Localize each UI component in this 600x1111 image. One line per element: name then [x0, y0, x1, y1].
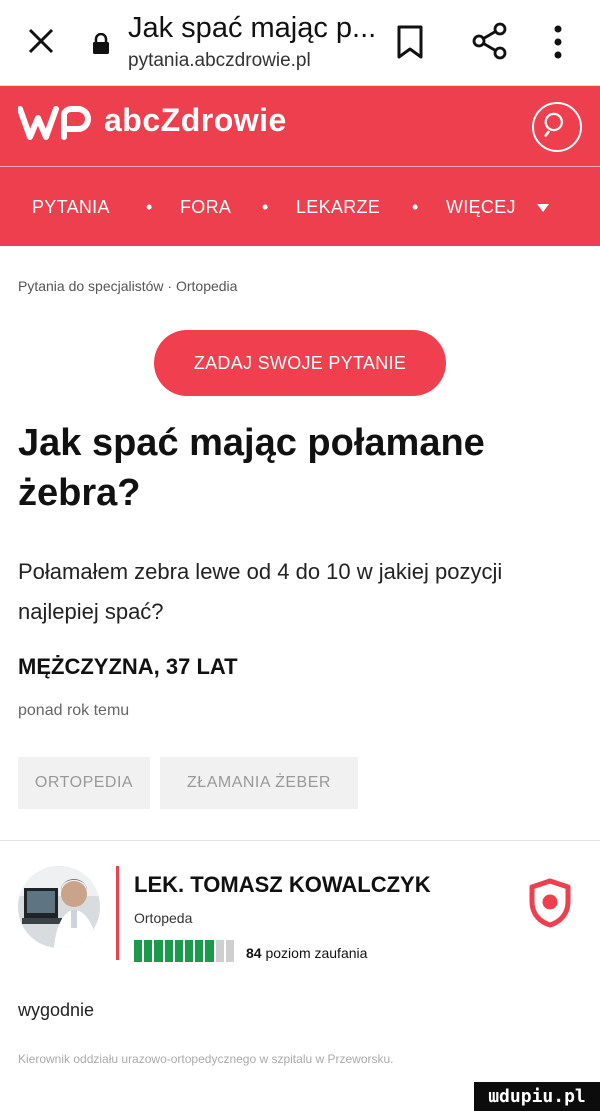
doctor-photo [18, 866, 100, 948]
ask-question-button[interactable]: ZADAJ SWOJE PYTANIE [154, 330, 446, 396]
browser-toolbar: Jak spać mając p... pytania.abczdrowie.p… [0, 0, 600, 86]
nav-item-wiecej[interactable]: WIĘCEJ [446, 197, 516, 218]
tag-zlamania-zeber[interactable]: ZŁAMANIA ŻEBER [160, 757, 358, 809]
trust-segment [154, 940, 163, 962]
trust-segment [134, 940, 143, 962]
doctor-avatar[interactable] [18, 866, 100, 948]
answer-text: wygodnie [18, 1000, 95, 1020]
search-icon [544, 112, 564, 137]
caret-down-icon[interactable] [536, 203, 550, 213]
doctor-name[interactable]: LEK. TOMASZ KOWALCZYK [134, 872, 431, 898]
share-icon[interactable] [472, 22, 508, 60]
trust-level-meter [134, 940, 235, 962]
trust-segment [215, 940, 224, 962]
more-options-icon[interactable] [552, 24, 564, 60]
divider [0, 840, 600, 841]
nav-separator: • [262, 197, 269, 217]
nav-item-fora[interactable]: FORA [180, 197, 231, 218]
main-nav: PYTANIA • FORA • LEKARZE • WIĘCEJ [0, 166, 600, 246]
url-text[interactable]: pytania.abczdrowie.pl [128, 50, 311, 72]
shield-icon [529, 878, 571, 928]
trust-segment [225, 940, 235, 962]
nav-item-lekarze[interactable]: LEKARZE [296, 197, 380, 218]
answer-accent-bar [116, 866, 119, 960]
nav-separator: • [412, 197, 419, 217]
tab-title[interactable]: Jak spać mając p... [128, 12, 376, 45]
bookmark-icon[interactable] [396, 24, 424, 60]
trust-value: 84 [246, 945, 262, 961]
site-logo-text[interactable]: abcZdrowie [104, 102, 287, 139]
nav-item-pytania[interactable]: PYTANIA [32, 197, 110, 218]
trust-segment [144, 940, 153, 962]
close-icon[interactable] [24, 24, 58, 58]
question-title: Jak spać mając połamane żebra? [18, 422, 485, 514]
trust-score: 84 poziom zaufania [246, 945, 367, 961]
trust-segment [174, 940, 184, 962]
question-time: ponad rok temu [18, 702, 130, 719]
trust-label: poziom zaufania [265, 945, 368, 961]
breadcrumb[interactable]: Pytania do specjalistów · Ortopedia [18, 278, 237, 294]
trust-segment [164, 940, 173, 962]
doctor-specialty: Ortopeda [134, 910, 193, 926]
site-header: abcZdrowie [0, 86, 600, 166]
wp-logo-icon[interactable] [18, 106, 96, 140]
trust-segment [195, 940, 204, 962]
tag-ortopedia[interactable]: ORTOPEDIA [18, 757, 150, 809]
question-author: MĘŻCZYZNA, 37 LAT [18, 654, 238, 679]
doctor-bio: Kierownik oddziału urazowo-ortopedyczneg… [18, 1052, 394, 1066]
search-button[interactable] [532, 102, 582, 152]
trust-segment [185, 940, 194, 962]
trust-segment [205, 940, 214, 962]
lock-icon [93, 33, 109, 54]
question-body: Połamałem zebra lewe od 4 do 10 w jakiej… [18, 559, 503, 624]
watermark: ɯdupiu.pl [474, 1082, 600, 1111]
nav-separator: • [146, 197, 153, 217]
